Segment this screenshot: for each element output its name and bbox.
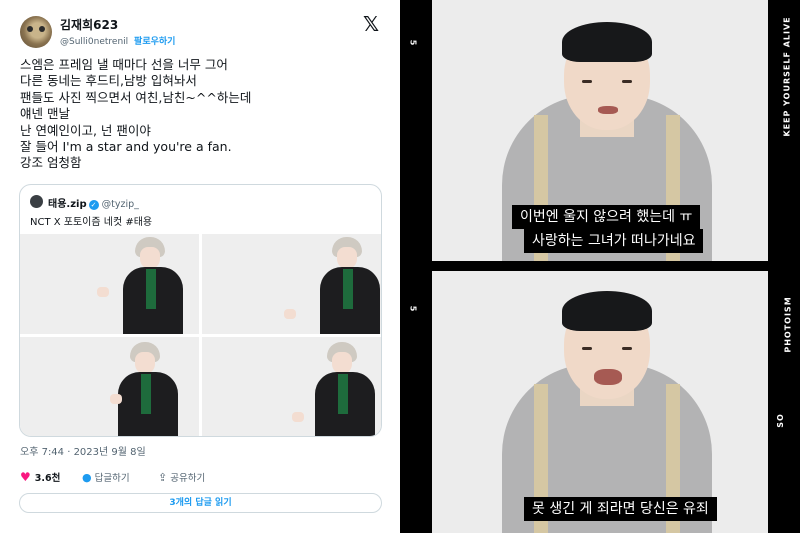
author-name[interactable]: 김재희623 <box>60 16 118 33</box>
frame-number: 5 <box>408 305 418 312</box>
quoted-author-name: 태용.zip <box>48 199 87 210</box>
quoted-author: 태용.zip ✓ @tyzip_ <box>48 195 139 210</box>
side-text-keep: KEEP YOURSELF ALIVE <box>782 16 792 137</box>
photo-2[interactable] <box>202 234 381 334</box>
like-count: 3.6천 <box>34 473 61 484</box>
tweet-line: 강조 엄청함 <box>20 155 82 171</box>
caption-3: 못 생긴 게 죄라면 당신은 유죄 <box>524 497 717 521</box>
quoted-tweet[interactable]: 태용.zip ✓ @tyzip_ NCT X 포토이즘 네컷 #태용 <box>19 184 382 437</box>
like-button[interactable]: ♥ 3.6천 <box>20 470 60 484</box>
heart-icon: ♥ <box>20 470 31 484</box>
author-handle[interactable]: @Sulli0netrenil <box>60 37 128 47</box>
caption-2: 사랑하는 그녀가 떠나가네요 <box>524 229 704 253</box>
tweet-line: 난 연예인이고, 넌 팬이야 <box>20 122 151 138</box>
tweet-body: 스엠은 프레임 낼 때마다 선을 너무 그어 다른 동네는 후드티,남방 입혀놔… <box>20 57 385 172</box>
tweet-line: 잘 들어 I'm a star and you're a fan. <box>20 139 232 155</box>
author-avatar[interactable] <box>20 16 52 48</box>
author-handle-row: @Sulli0netrenil 팔로우하기 <box>60 34 175 47</box>
quoted-author-handle: @tyzip_ <box>101 199 139 210</box>
reply-label: 답글하기 <box>94 473 130 484</box>
verified-badge-icon: ✓ <box>88 200 99 210</box>
tweet-line: 팬들도 사진 찍으면서 여친,남친~^^하는데 <box>20 89 252 105</box>
share-button[interactable]: ⇪ 공유하기 <box>158 470 205 484</box>
photo-3[interactable] <box>20 337 199 436</box>
photo-4[interactable] <box>202 337 381 436</box>
read-replies-button[interactable]: 3개의 답글 읽기 <box>19 493 382 513</box>
film-strip: 5 5 KEEP YOURSELF ALIVE PHOTOISM SO 이번엔 … <box>400 0 800 533</box>
caption-1: 이번엔 울지 않으려 했는데 ㅠ <box>512 205 701 229</box>
tweet-timestamp[interactable]: 오후 7:44 · 2023년 9월 8일 <box>20 443 146 458</box>
frame-number: 5 <box>408 39 418 46</box>
reply-icon: ● <box>82 471 92 484</box>
tweet-actions: ♥ 3.6천 ● 답글하기 ⇪ 공유하기 <box>20 470 385 486</box>
tweet-card: 김재희623 @Sulli0netrenil 팔로우하기 𝕏 스엠은 프레임 낼… <box>0 0 396 533</box>
tweet-line: 얘넨 맨날 <box>20 106 70 122</box>
photo-1[interactable] <box>20 234 199 334</box>
tweet-line: 다른 동네는 후드티,남방 입혀놔서 <box>20 73 197 89</box>
tweet-line: 스엠은 프레임 낼 때마다 선을 너무 그어 <box>20 57 228 72</box>
follow-button[interactable]: 팔로우하기 <box>134 37 175 47</box>
side-text-photoism: PHOTOISM <box>783 296 793 353</box>
x-logo-icon[interactable]: 𝕏 <box>363 12 379 36</box>
quoted-author-avatar <box>30 195 43 208</box>
quoted-tweet-text: NCT X 포토이즘 네컷 #태용 <box>30 217 153 228</box>
film-frame-2: 못 생긴 게 죄라면 당신은 유죄 <box>432 271 768 533</box>
side-text-so: SO <box>775 413 785 428</box>
film-frame-1: 이번엔 울지 않으려 했는데 ㅠ 사랑하는 그녀가 떠나가네요 <box>432 0 768 261</box>
photo-grid <box>20 234 381 436</box>
share-icon: ⇪ <box>158 471 168 484</box>
share-label: 공유하기 <box>170 473 206 484</box>
reply-button[interactable]: ● 답글하기 <box>82 470 130 484</box>
